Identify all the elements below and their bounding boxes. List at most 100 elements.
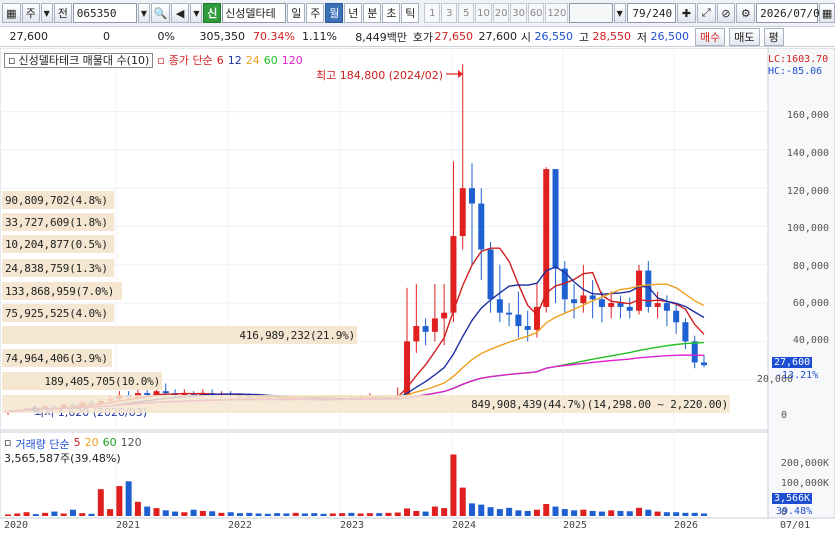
x-axis-label: 2025: [563, 520, 588, 531]
candle-body: [654, 303, 661, 307]
interval-30[interactable]: 30: [510, 3, 527, 23]
stock-name-field[interactable]: 신성델타테: [222, 3, 287, 23]
volume-profile-label: 849,908,439(44.7%)(14,298.00 ~ 2,220.00): [2, 395, 730, 413]
volume-bar: [32, 514, 39, 516]
code-dropdown-icon[interactable]: ▼: [137, 3, 150, 23]
volume-bar: [5, 514, 11, 516]
candle-body: [469, 188, 475, 204]
volume-profile-label: 416,989,232(21.9%): [2, 326, 357, 344]
sound-dropdown-icon[interactable]: ▼: [190, 3, 203, 23]
volume-bar: [311, 513, 318, 516]
candle-body: [487, 249, 494, 300]
volume-bar: [153, 508, 160, 516]
indicator-legend-box[interactable]: ▫ 신성델타테크 매물대 수(10): [4, 52, 154, 68]
period-day[interactable]: 일: [287, 3, 306, 23]
volume-bar: [366, 513, 373, 516]
period-month[interactable]: 월: [325, 3, 344, 23]
chart-area[interactable]: [0, 48, 835, 538]
volume-bar: [663, 512, 670, 516]
x-axis-label: 2023: [340, 520, 365, 531]
candle-body: [515, 314, 522, 327]
interval-5[interactable]: 5: [458, 3, 475, 23]
current-price: 27,600: [9, 30, 49, 43]
buy-button[interactable]: 매수: [695, 27, 726, 46]
count-field[interactable]: 79/240: [626, 3, 677, 23]
no-refresh-icon[interactable]: ⊘: [716, 3, 736, 23]
grid-icon[interactable]: ▦: [2, 3, 21, 23]
custom-interval-input[interactable]: [569, 3, 613, 23]
turnover: 1.11%: [302, 30, 337, 43]
interval-1[interactable]: 1: [424, 3, 441, 23]
interval-120[interactable]: 120: [545, 3, 569, 23]
indicator-title: 신성델타테크 매물대 수(10): [18, 54, 150, 67]
volume-profile-label: 189,405,705(10.0%): [2, 372, 162, 390]
chart-tools-icon[interactable]: ⤢: [696, 3, 716, 23]
volume-bar: [459, 487, 466, 516]
candle-body: [673, 310, 680, 323]
stock-code-input[interactable]: 065350: [72, 3, 137, 23]
credit-badge: 신: [203, 3, 222, 23]
hc-readout: HC:-85.06: [768, 66, 823, 77]
x-axis-label: 2022: [228, 520, 253, 531]
high-label: 고: [578, 30, 589, 44]
evaluate-button[interactable]: 평: [763, 27, 784, 46]
x-axis-label: 2026: [674, 520, 699, 531]
type-select[interactable]: 전: [53, 3, 72, 23]
bid-1: 27,650: [434, 30, 474, 43]
volume-bar: [357, 513, 364, 516]
volume-bar: [134, 501, 141, 516]
volume-bar: [60, 513, 67, 516]
interval-dropdown-icon[interactable]: ▼: [613, 3, 626, 23]
period-week[interactable]: 주: [306, 3, 325, 23]
period-year[interactable]: 년: [344, 3, 363, 23]
volume-bar: [125, 481, 132, 516]
candle-body: [496, 299, 503, 313]
volume-bar: [69, 509, 76, 516]
market-dropdown-icon[interactable]: ▼: [40, 3, 53, 23]
period-second[interactable]: 초: [382, 3, 401, 23]
candle-body: [626, 306, 633, 311]
candle-body: [589, 295, 596, 300]
chart-canvas[interactable]: [0, 48, 835, 538]
interval-3[interactable]: 3: [441, 3, 458, 23]
interval-10[interactable]: 10: [475, 3, 492, 23]
volume-bar: [515, 510, 522, 516]
ma-6-label: 6: [216, 53, 224, 67]
volume-bar: [23, 512, 30, 516]
volume-profile-label: 74,964,406(3.9%): [2, 349, 112, 367]
candle-body: [571, 299, 578, 304]
volume-bar: [654, 511, 661, 516]
period-tick[interactable]: 틱: [401, 3, 420, 23]
candle-body: [617, 303, 624, 307]
low-price: 26,500: [650, 30, 690, 43]
candle-body: [636, 270, 643, 311]
y-axis-label: 100,000: [786, 223, 829, 234]
volume-bar: [636, 507, 643, 516]
volume-bar: [14, 513, 21, 516]
date-field[interactable]: 2026/07/01: [756, 3, 826, 23]
volume: 305,350: [199, 30, 246, 43]
volume-bar: [339, 513, 346, 516]
period-minute[interactable]: 분: [363, 3, 382, 23]
search-icon[interactable]: 🔍: [150, 3, 170, 23]
market-select[interactable]: 주: [21, 3, 40, 23]
interval-60[interactable]: 60: [527, 3, 545, 23]
volume-bar: [571, 510, 578, 516]
volume-bar: [274, 513, 281, 516]
volume-bar: [543, 504, 550, 516]
ma-12-label: 12: [227, 53, 242, 67]
sell-button[interactable]: 매도: [729, 27, 760, 46]
volume-bar: [552, 506, 559, 516]
calendar-icon[interactable]: ▦: [819, 3, 835, 23]
sound-icon[interactable]: ◀: [170, 3, 190, 23]
volume-bar: [292, 512, 299, 516]
gear-icon[interactable]: ⚙: [736, 3, 756, 23]
volume-bar: [561, 509, 568, 516]
interval-20[interactable]: 20: [492, 3, 510, 23]
bid-label: 호가: [412, 30, 433, 44]
crosshair-icon[interactable]: ✚: [677, 3, 696, 23]
low-label: 저: [636, 30, 647, 44]
volume-profile-label: 24,838,759(1.3%): [2, 259, 114, 277]
y-axis-label: 0: [780, 410, 787, 421]
ma-label: 종가 단순: [168, 54, 213, 67]
